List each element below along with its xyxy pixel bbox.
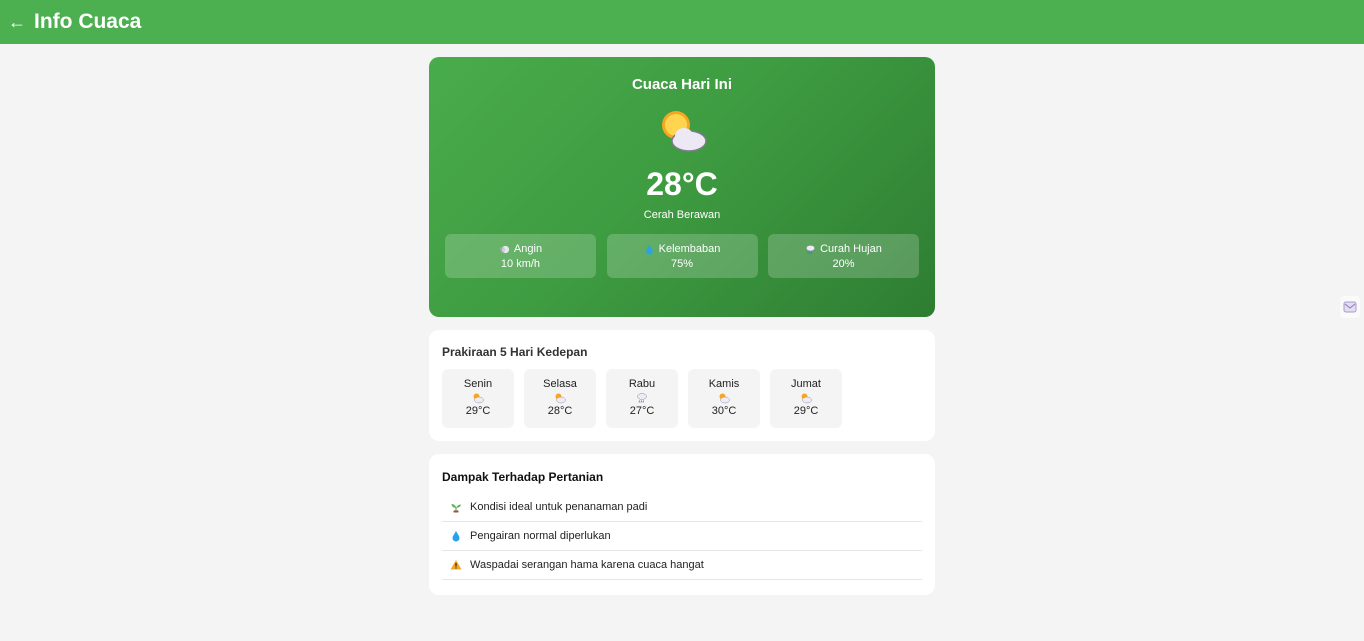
forecast-day-name: Jumat [791,378,821,390]
back-arrow-icon[interactable]: ← [8,13,26,31]
droplet-icon [644,244,655,255]
sun-behind-large-cloud-icon [800,392,812,404]
mail-icon [1343,301,1357,313]
impact-title: Dampak Terhadap Pertanian [442,470,604,484]
forecast-day-name: Rabu [628,378,656,390]
wind-icon [499,244,510,255]
forecast-day-senin: Senin 29°C [442,369,514,428]
list-item: Pengairan normal diperlukan [442,522,922,551]
forecast-day-jumat: Jumat 29°C [770,369,842,428]
sun-behind-cloud-icon [718,392,730,404]
sun-behind-cloud-icon [656,107,708,153]
forecast-temp: 27°C [629,405,655,417]
forecast-list: Senin 29°C Selasa 28°C Rabu 27°C Kamis 3… [442,369,922,428]
forecast-day-name: Kamis [708,378,740,390]
impact-list: Kondisi ideal untuk penanaman padi Penga… [442,493,922,580]
stat-value: 10 km/h [500,258,541,270]
impact-text: Kondisi ideal untuk penanaman padi [470,501,648,513]
forecast-temp: 30°C [711,405,737,417]
stat-value: 20% [832,258,855,270]
stat-label: Angin [513,243,543,255]
stat-humidity: Kelembaban 75% [606,234,758,278]
sun-behind-large-cloud-icon [554,392,566,404]
impact-text: Pengairan normal diperlukan [470,530,611,542]
weather-condition: Cerah Berawan [643,209,721,221]
app-header: ← Info Cuaca [0,0,1364,44]
impact-text: Waspadai serangan hama karena cuaca hang… [470,559,704,571]
forecast-temp: 29°C [465,405,491,417]
sun-behind-cloud-icon [472,392,484,404]
stat-rainfall: Curah Hujan 20% [768,234,919,278]
today-weather-card: Cuaca Hari Ini 28°C Cerah Berawan Angin … [429,57,935,317]
extension-side-tab[interactable] [1340,296,1360,318]
forecast-day-name: Senin [463,378,493,390]
forecast-temp: 28°C [547,405,573,417]
current-temperature: 28°C [646,166,718,202]
forecast-day-kamis: Kamis 30°C [688,369,760,428]
forecast-day-rabu: Rabu 27°C [606,369,678,428]
forecast-panel: Prakiraan 5 Hari Kedepan Senin 29°C Sela… [429,330,935,441]
warning-icon [450,559,462,571]
main-content: Cuaca Hari Ini 28°C Cerah Berawan Angin … [429,57,935,595]
stat-label: Kelembaban [658,243,721,255]
stat-value: 75% [670,258,694,270]
list-item: Waspadai serangan hama karena cuaca hang… [442,551,922,580]
weather-stats: Angin 10 km/h Kelembaban 75% Curah Hujan… [429,234,935,278]
agriculture-impact-panel: Dampak Terhadap Pertanian Kondisi ideal … [429,454,935,595]
rain-cloud-icon [636,392,648,404]
forecast-day-selasa: Selasa 28°C [524,369,596,428]
rain-cloud-icon [805,244,816,255]
stat-wind: Angin 10 km/h [445,234,596,278]
list-item: Kondisi ideal untuk penanaman padi [442,493,922,522]
seedling-icon [450,501,462,513]
today-weather-title: Cuaca Hari Ini [631,76,733,93]
forecast-temp: 29°C [793,405,819,417]
droplet-icon [450,530,462,542]
stat-label: Curah Hujan [820,243,882,255]
forecast-day-name: Selasa [543,378,577,390]
forecast-title: Prakiraan 5 Hari Kedepan [442,345,588,359]
page-title: Info Cuaca [34,10,142,33]
